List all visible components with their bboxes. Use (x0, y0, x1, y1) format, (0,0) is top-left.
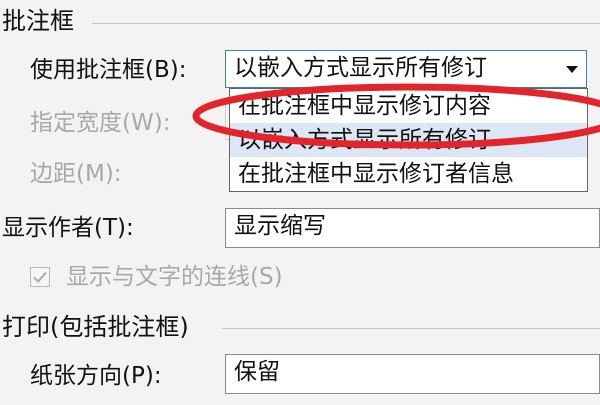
connect-lines-label: 显示与文字的连线(S) (66, 264, 283, 290)
highlight-ellipse (192, 83, 600, 149)
balloons-section-divider (92, 23, 600, 24)
width-label: 指定宽度(W): (30, 110, 171, 136)
paper-orientation-label: 纸张方向(P): (30, 363, 162, 389)
watermark-text: 爱创根知识网 (474, 375, 582, 396)
print-section-divider (222, 328, 600, 329)
dropdown-option[interactable]: 在批注框中显示修订者信息 (230, 157, 587, 191)
connect-lines-checkbox[interactable] (30, 267, 50, 287)
use-balloons-label: 使用批注框(B): (30, 57, 187, 83)
margin-label: 边距(M): (30, 161, 122, 187)
chevron-down-icon (566, 65, 578, 73)
balloons-section-title: 批注框 (2, 7, 74, 35)
author-select-value: 显示缩写 (234, 213, 326, 239)
print-section-title: 打印(包括批注框) (2, 313, 189, 341)
paper-orientation-select-value: 保留 (234, 359, 280, 385)
checkmark-icon (33, 271, 47, 284)
author-select[interactable]: 显示缩写 (225, 208, 600, 248)
author-label: 显示作者(T): (2, 215, 134, 241)
